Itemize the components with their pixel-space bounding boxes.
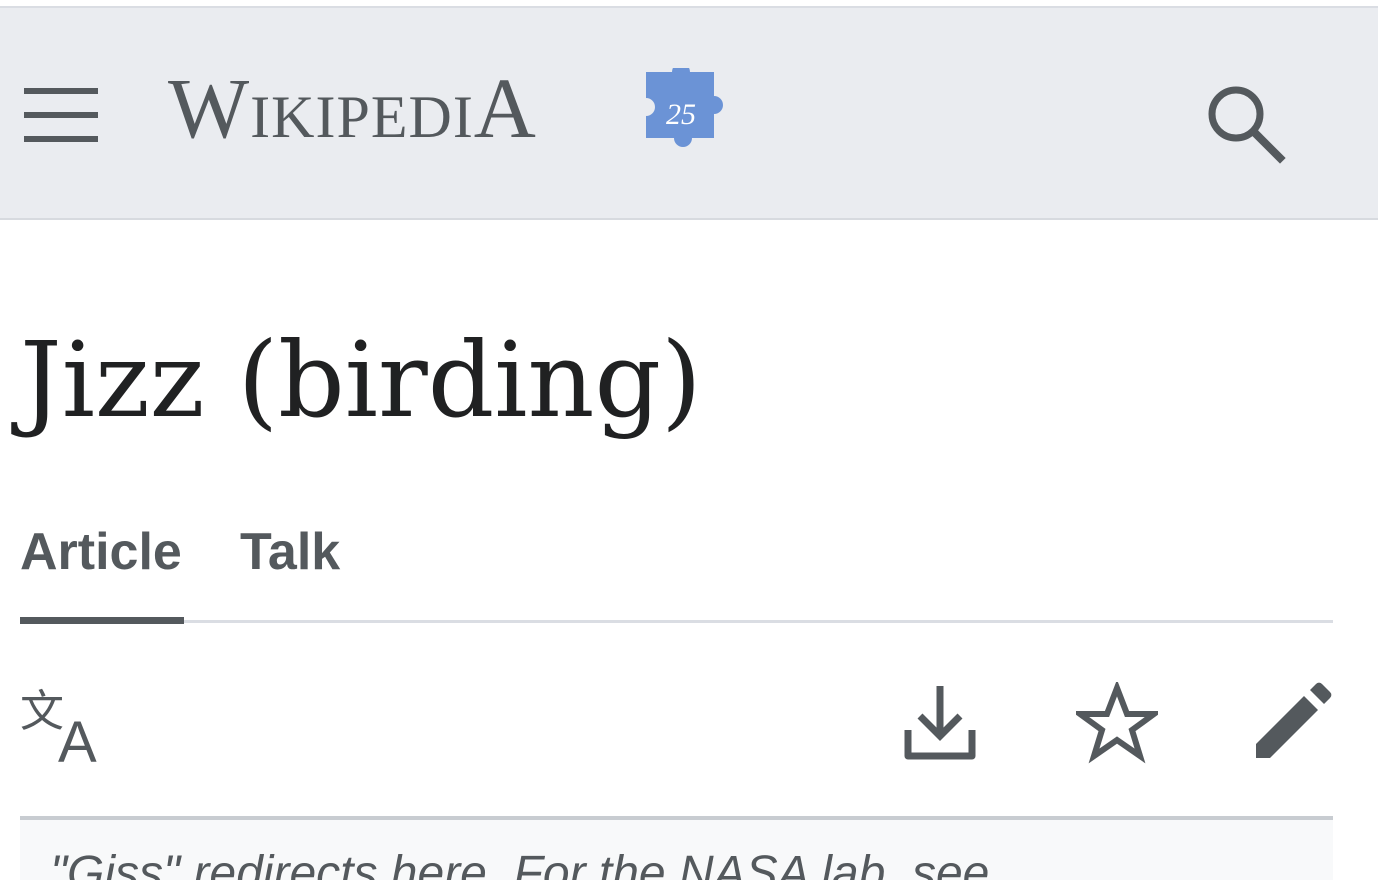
hatnote-text: "Giss" redirects here. For the NASA lab,… <box>50 847 990 880</box>
svg-text:A: A <box>58 710 97 766</box>
language-icon: 文 A <box>20 686 97 775</box>
main-menu-button[interactable] <box>24 88 98 148</box>
download-button[interactable] <box>900 682 980 762</box>
edit-button[interactable] <box>1254 682 1332 760</box>
selected-tab-indicator <box>20 617 184 624</box>
search-button[interactable] <box>1204 82 1286 164</box>
pencil-icon <box>1256 682 1332 758</box>
menu-line <box>24 112 98 118</box>
menu-line <box>24 88 98 94</box>
tabs-baseline <box>20 620 1333 623</box>
wikipedia-wordmark: WIKIPEDIA <box>168 60 537 156</box>
hatnote: "Giss" redirects here. For the NASA lab,… <box>20 820 1333 880</box>
search-icon <box>1208 86 1286 164</box>
menu-line <box>24 136 98 142</box>
star-icon <box>1070 679 1164 764</box>
puzzle-25-icon: 25 <box>646 68 723 147</box>
site-header: WIKIPEDIA 25 <box>0 6 1378 220</box>
watch-button[interactable] <box>1070 679 1164 764</box>
tab-talk[interactable]: Talk <box>240 520 340 584</box>
language-button[interactable]: 文 A <box>20 682 104 775</box>
puzzle-badge-text: 25 <box>666 98 696 131</box>
page-title: Jizz (birding) <box>20 319 702 441</box>
page-tabs: Article Talk <box>20 520 1333 624</box>
download-icon <box>904 686 976 760</box>
tab-article[interactable]: Article <box>20 520 182 584</box>
page-actions: 文 A <box>0 676 1378 776</box>
